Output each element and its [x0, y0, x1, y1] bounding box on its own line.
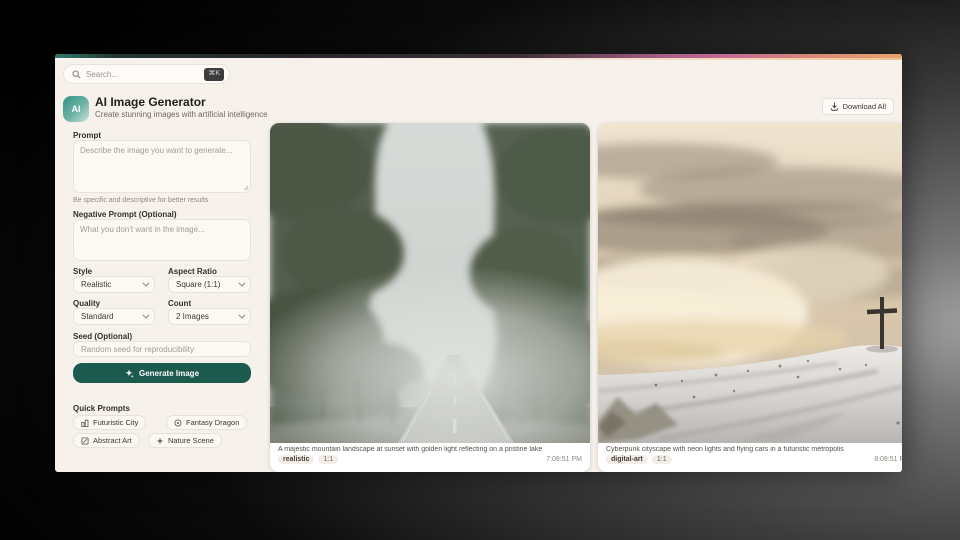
generated-image-card[interactable]: Cyberpunk cityscape with neon lights and…	[598, 123, 902, 472]
app-logo: AI	[63, 96, 89, 122]
prompt-textarea[interactable]	[73, 140, 251, 193]
quality-select-value: Standard	[81, 312, 114, 321]
quick-prompt-label: Fantasy Dragon	[186, 418, 240, 427]
seed-label: Seed (Optional)	[73, 332, 133, 341]
quality-select[interactable]: Standard	[73, 308, 155, 325]
quick-prompt-fantasy-dragon[interactable]: Fantasy Dragon	[166, 415, 248, 430]
generated-image-snowy-mountain-cross[interactable]	[598, 123, 902, 443]
ratio-tag: 1:1	[651, 455, 672, 464]
aspect-ratio-select-value: Square (1:1)	[176, 280, 221, 289]
page-subtitle: Create stunning images with artificial i…	[95, 110, 268, 119]
dragon-icon	[174, 419, 182, 426]
search-shortcut-badge: ⌘K	[204, 67, 224, 81]
quick-prompt-futuristic-city[interactable]: Futuristic City	[73, 415, 147, 430]
image-caption-bar: A majestic mountain landscape at sunset …	[270, 443, 590, 472]
sparkles-icon	[125, 368, 134, 378]
page-title: AI Image Generator	[95, 95, 206, 109]
count-label: Count	[168, 299, 192, 308]
image-caption-bar: Cyberpunk cityscape with neon lights and…	[598, 443, 902, 472]
quick-prompt-label: Nature Scene	[168, 436, 214, 445]
negative-prompt-textarea[interactable]	[73, 219, 251, 261]
image-caption: A majestic mountain landscape at sunset …	[278, 446, 543, 453]
app-window: ⌘K AI AI Image Generator Create stunning…	[55, 54, 902, 472]
abstract-art-icon	[81, 436, 89, 444]
window-accent-strip-light	[55, 58, 902, 60]
quick-prompt-nature-scene[interactable]: Nature Scene	[148, 433, 222, 448]
desktop-background: ⌘K AI AI Image Generator Create stunning…	[0, 0, 960, 540]
prompt-label: Prompt	[73, 131, 101, 140]
count-select[interactable]: 2 Images	[168, 308, 251, 325]
city-icon	[81, 419, 89, 427]
prompt-helper-text: Be specific and descriptive for better r…	[73, 197, 209, 204]
count-select-value: 2 Images	[176, 312, 209, 321]
chevron-down-icon	[142, 311, 150, 319]
quality-label: Quality	[73, 299, 101, 308]
image-caption: Cyberpunk cityscape with neon lights and…	[606, 446, 844, 453]
download-icon	[830, 102, 838, 111]
quick-prompt-label: Abstract Art	[93, 436, 132, 445]
negative-prompt-label: Negative Prompt (Optional)	[73, 210, 177, 219]
aspect-ratio-select[interactable]: Square (1:1)	[168, 276, 251, 293]
generated-image-misty-road[interactable]	[270, 123, 590, 443]
style-tag: realistic	[278, 455, 315, 464]
style-label: Style	[73, 267, 93, 276]
generation-timestamp: 8:08:51 PM	[874, 456, 902, 463]
search-input[interactable]	[86, 69, 200, 79]
nature-icon	[156, 437, 164, 444]
download-all-label: Download All	[842, 102, 886, 111]
chevron-down-icon	[238, 279, 246, 287]
quick-prompts-label: Quick Prompts	[73, 404, 130, 413]
style-select[interactable]: Realistic	[73, 276, 155, 293]
style-select-value: Realistic	[81, 280, 112, 289]
chevron-down-icon	[238, 311, 246, 319]
style-tag: digital-art	[606, 455, 648, 464]
quick-prompt-label: Futuristic City	[93, 418, 139, 427]
download-all-button[interactable]: Download All	[821, 98, 894, 115]
generate-image-button[interactable]: Generate Image	[73, 363, 251, 383]
search-bar[interactable]: ⌘K	[63, 64, 230, 84]
chevron-down-icon	[142, 279, 150, 287]
generate-image-label: Generate Image	[138, 368, 200, 378]
quick-prompt-abstract-art[interactable]: Abstract Art	[73, 433, 140, 448]
search-icon	[72, 69, 81, 79]
generation-timestamp: 7:08:51 PM	[546, 456, 582, 463]
seed-input[interactable]	[73, 341, 251, 357]
generated-image-card[interactable]: A majestic mountain landscape at sunset …	[270, 123, 590, 472]
aspect-ratio-label: Aspect Ratio	[168, 267, 217, 276]
ratio-tag: 1:1	[318, 455, 339, 464]
